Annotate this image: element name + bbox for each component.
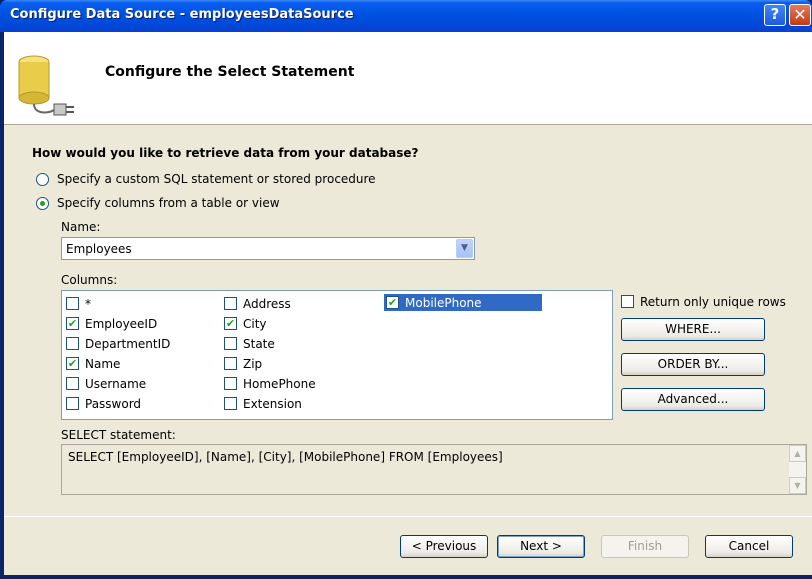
column-label: Password — [85, 396, 142, 411]
close-button[interactable]: ✕ — [789, 4, 811, 26]
finish-button: Finish — [601, 535, 689, 558]
column-item[interactable]: Password — [66, 395, 141, 412]
help-button[interactable]: ? — [764, 4, 786, 26]
title-bar[interactable]: Configure Data Source - employeesDataSou… — [0, 0, 812, 32]
column-checkbox[interactable] — [66, 337, 79, 350]
column-label: EmployeeID — [85, 316, 158, 331]
radio-button-selected[interactable] — [36, 196, 49, 210]
column-item[interactable]: ✔ City — [224, 315, 267, 332]
column-checkbox[interactable] — [224, 357, 237, 370]
scroll-up-icon[interactable]: ▲ — [789, 445, 806, 462]
scroll-down-icon[interactable]: ▼ — [789, 477, 806, 494]
column-label: Zip — [243, 356, 263, 371]
vertical-scrollbar[interactable]: ▲ ▼ — [789, 445, 806, 494]
unique-rows-checkbox[interactable] — [621, 295, 634, 308]
column-label: Extension — [243, 396, 302, 411]
column-item[interactable]: Username — [66, 375, 146, 392]
columns-label: Columns: — [61, 273, 118, 287]
column-item-selected[interactable]: ✔ MobilePhone — [384, 294, 542, 311]
table-name-value: Employees — [66, 242, 132, 256]
order-by-button[interactable]: ORDER BY... — [621, 353, 765, 376]
columns-list[interactable]: * ✔ EmployeeID DepartmentID ✔ Name Usern… — [61, 290, 613, 420]
column-item[interactable]: State — [224, 335, 275, 352]
column-label: * — [85, 296, 91, 311]
dialog-window: Configure Data Source - employeesDataSou… — [0, 0, 812, 579]
column-label: Address — [243, 296, 291, 311]
column-checkbox[interactable] — [224, 397, 237, 410]
unique-rows-label: Return only unique rows — [640, 294, 786, 309]
cancel-button[interactable]: Cancel — [705, 535, 793, 558]
column-checkbox[interactable]: ✔ — [386, 296, 399, 309]
column-item[interactable]: Extension — [224, 395, 302, 412]
column-checkbox[interactable] — [224, 377, 237, 390]
advanced-button[interactable]: Advanced... — [621, 388, 765, 411]
column-item[interactable]: ✔ EmployeeID — [66, 315, 157, 332]
column-label: Name — [85, 356, 121, 371]
column-label: Username — [85, 376, 147, 391]
radio-specify-columns-label: Specify columns from a table or view — [57, 196, 280, 210]
previous-button[interactable]: < Previous — [400, 535, 488, 558]
next-button[interactable]: Next > — [497, 535, 585, 558]
wizard-step-title: Configure the Select Statement — [105, 64, 355, 80]
retrieval-question: How would you like to retrieve data from… — [32, 146, 419, 160]
column-label: MobilePhone — [405, 295, 482, 310]
column-checkbox[interactable] — [66, 377, 79, 390]
column-checkbox[interactable] — [224, 297, 237, 310]
footer-separator — [4, 516, 812, 517]
unique-rows-option[interactable]: Return only unique rows — [621, 293, 786, 310]
column-item[interactable]: ✔ Name — [66, 355, 120, 372]
column-item[interactable]: Zip — [224, 355, 262, 372]
column-label: City — [243, 316, 267, 331]
select-statement-box[interactable]: SELECT [EmployeeID], [Name], [City], [Mo… — [61, 444, 807, 495]
database-plug-icon — [18, 55, 74, 116]
column-label: HomePhone — [243, 376, 316, 391]
column-label: State — [243, 336, 275, 351]
chevron-down-icon[interactable]: ▼ — [456, 239, 473, 258]
name-label: Name: — [61, 220, 101, 234]
radio-custom-sql[interactable]: Specify a custom SQL statement or stored… — [36, 172, 376, 186]
table-name-dropdown[interactable]: Employees ▼ — [61, 237, 475, 260]
column-checkbox[interactable] — [224, 337, 237, 350]
column-checkbox[interactable] — [66, 397, 79, 410]
radio-custom-sql-label: Specify a custom SQL statement or stored… — [57, 172, 376, 186]
column-item[interactable]: * — [66, 295, 91, 312]
column-item[interactable]: Address — [224, 295, 291, 312]
window-title: Configure Data Source - employeesDataSou… — [10, 7, 354, 22]
wizard-header: Configure the Select Statement — [4, 32, 812, 125]
select-statement-text: SELECT [EmployeeID], [Name], [City], [Mo… — [68, 450, 503, 464]
radio-button[interactable] — [36, 172, 49, 186]
where-button[interactable]: WHERE... — [621, 318, 765, 341]
column-checkbox[interactable]: ✔ — [66, 357, 79, 370]
radio-specify-columns[interactable]: Specify columns from a table or view — [36, 196, 280, 210]
column-checkbox[interactable]: ✔ — [224, 317, 237, 330]
column-item[interactable]: HomePhone — [224, 375, 316, 392]
select-statement-label: SELECT statement: — [61, 428, 176, 442]
dialog-client-area: Configure the Select Statement How would… — [4, 32, 812, 575]
column-item[interactable]: DepartmentID — [66, 335, 170, 352]
column-label: DepartmentID — [85, 336, 171, 351]
column-checkbox[interactable] — [66, 297, 79, 310]
column-checkbox[interactable]: ✔ — [66, 317, 79, 330]
